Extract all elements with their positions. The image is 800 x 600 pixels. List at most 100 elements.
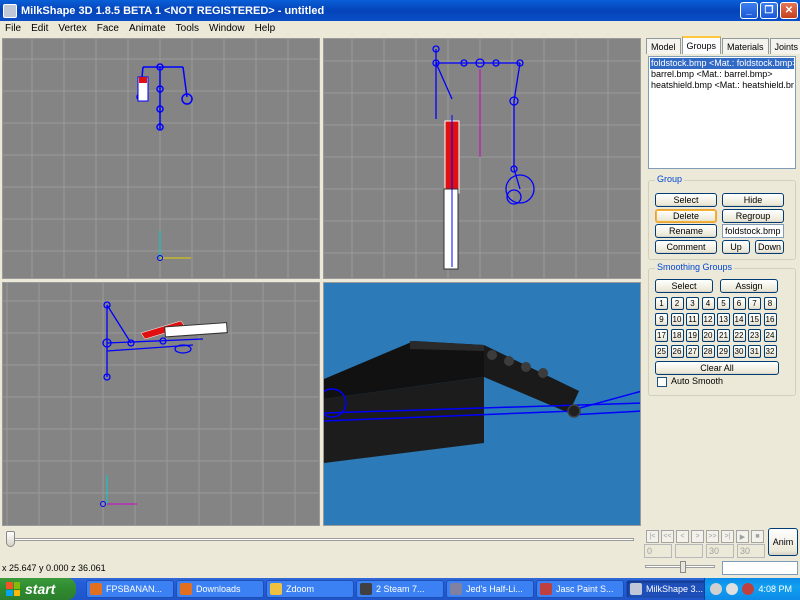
smoothing-group-25-button[interactable]: 25: [655, 345, 668, 358]
smoothing-group-23-button[interactable]: 23: [748, 329, 761, 342]
smoothing-group-17-button[interactable]: 17: [655, 329, 668, 342]
taskbar-item[interactable]: Downloads: [176, 580, 264, 598]
menu-window[interactable]: Window: [204, 23, 250, 34]
group-list-item[interactable]: heatshield.bmp <Mat.: heatshield.bmp>: [650, 80, 794, 91]
stop-button[interactable]: ■: [751, 530, 764, 543]
group-name-field[interactable]: foldstock.bmp: [722, 224, 784, 238]
auto-smooth-checkbox[interactable]: [657, 377, 667, 387]
smoothing-group-10-button[interactable]: 10: [670, 313, 684, 326]
tray-app-icon[interactable]: [742, 583, 755, 595]
group-list-item[interactable]: foldstock.bmp <Mat.: foldstock.bmp>: [650, 58, 794, 69]
smoothing-group-7-button[interactable]: 7: [748, 297, 761, 310]
viewport-top[interactable]: [2, 38, 320, 279]
last-frame-button[interactable]: >|: [721, 530, 734, 543]
viewport-side-canvas[interactable]: [3, 283, 319, 525]
group-comment-button[interactable]: Comment: [655, 240, 717, 254]
start-button[interactable]: start: [0, 578, 76, 600]
viewport-3d-canvas[interactable]: [324, 283, 640, 525]
first-frame-button[interactable]: |<: [646, 530, 659, 543]
smoothing-group-27-button[interactable]: 27: [686, 345, 699, 358]
viewport-front-canvas[interactable]: [324, 39, 640, 278]
next-key-button[interactable]: >>: [706, 530, 719, 543]
timeline-slider-thumb[interactable]: [6, 531, 15, 547]
tab-joints[interactable]: Joints: [769, 38, 800, 54]
smoothing-group-29-button[interactable]: 29: [717, 345, 730, 358]
smoothing-group-2-button[interactable]: 2: [670, 297, 684, 310]
smoothing-group-12-button[interactable]: 12: [701, 313, 715, 326]
tab-groups[interactable]: Groups: [681, 36, 722, 54]
smoothing-group-30-button[interactable]: 30: [732, 345, 746, 358]
group-hide-button[interactable]: Hide: [722, 193, 784, 207]
taskbar-item[interactable]: 2 Steam 7...: [356, 580, 444, 598]
maximize-button[interactable]: ❐: [760, 2, 778, 19]
viewport-3d[interactable]: [323, 282, 641, 526]
next-frame-button[interactable]: >: [691, 530, 704, 543]
smoothing-select-button[interactable]: Select: [655, 279, 713, 293]
menu-edit[interactable]: Edit: [26, 23, 53, 34]
timeline-track[interactable]: [6, 538, 634, 541]
group-up-button[interactable]: Up: [722, 240, 750, 254]
viewport-front[interactable]: [323, 38, 641, 279]
smoothing-group-20-button[interactable]: 20: [701, 329, 715, 342]
group-down-button[interactable]: Down: [755, 240, 784, 254]
taskbar-item[interactable]: FPSBANAN...: [86, 580, 174, 598]
smoothing-group-8-button[interactable]: 8: [763, 297, 777, 310]
frame-end-field[interactable]: 30: [737, 544, 765, 558]
smoothing-group-18-button[interactable]: 18: [670, 329, 684, 342]
minimize-button[interactable]: _: [740, 2, 758, 19]
smoothing-group-15-button[interactable]: 15: [748, 313, 761, 326]
frame-start-field[interactable]: 30: [706, 544, 734, 558]
smoothing-group-28-button[interactable]: 28: [701, 345, 715, 358]
smoothing-group-6-button[interactable]: 6: [732, 297, 746, 310]
taskbar-item[interactable]: Jed's Half-Li...: [446, 580, 534, 598]
frame-field-blank[interactable]: [675, 544, 703, 558]
tab-materials[interactable]: Materials: [722, 38, 769, 54]
smoothing-group-4-button[interactable]: 4: [701, 297, 715, 310]
taskbar-item[interactable]: Zdoom: [266, 580, 354, 598]
current-frame-field[interactable]: 0: [644, 544, 672, 558]
close-button[interactable]: ✕: [780, 2, 798, 19]
tray-steam-icon[interactable]: [710, 583, 723, 595]
menu-tools[interactable]: Tools: [171, 23, 204, 34]
anim-toggle-button[interactable]: Anim: [768, 528, 798, 556]
group-delete-button[interactable]: Delete: [655, 209, 717, 223]
smoothing-group-14-button[interactable]: 14: [732, 313, 746, 326]
tab-model[interactable]: Model: [646, 38, 681, 54]
group-rename-button[interactable]: Rename: [655, 224, 717, 238]
smoothing-group-16-button[interactable]: 16: [763, 313, 777, 326]
zoom-slider-thumb[interactable]: [680, 561, 686, 573]
menu-face[interactable]: Face: [92, 23, 124, 34]
menu-file[interactable]: File: [0, 23, 26, 34]
smoothing-group-1-button[interactable]: 1: [655, 297, 668, 310]
smoothing-group-5-button[interactable]: 5: [717, 297, 730, 310]
smoothing-group-26-button[interactable]: 26: [670, 345, 684, 358]
viewport-top-canvas[interactable]: [3, 39, 319, 278]
viewport-side[interactable]: [2, 282, 320, 526]
group-list-item[interactable]: barrel.bmp <Mat.: barrel.bmp>: [650, 69, 794, 80]
prev-key-button[interactable]: <<: [661, 530, 674, 543]
taskbar-item[interactable]: Jasc Paint S...: [536, 580, 624, 598]
menu-help[interactable]: Help: [250, 23, 281, 34]
smoothing-group-11-button[interactable]: 11: [686, 313, 699, 326]
smoothing-group-13-button[interactable]: 13: [717, 313, 730, 326]
smoothing-group-9-button[interactable]: 9: [655, 313, 668, 326]
play-button[interactable]: ▶: [736, 530, 749, 543]
smoothing-group-19-button[interactable]: 19: [686, 329, 699, 342]
smoothing-group-32-button[interactable]: 32: [763, 345, 777, 358]
smoothing-group-22-button[interactable]: 22: [732, 329, 746, 342]
menu-vertex[interactable]: Vertex: [53, 23, 91, 34]
smoothing-group-31-button[interactable]: 31: [748, 345, 761, 358]
menu-animate[interactable]: Animate: [124, 23, 171, 34]
groups-list[interactable]: foldstock.bmp <Mat.: foldstock.bmp> barr…: [648, 56, 796, 169]
tray-volume-icon[interactable]: [726, 583, 739, 595]
status-input[interactable]: [722, 561, 798, 575]
clear-all-button[interactable]: Clear All: [655, 361, 779, 375]
smoothing-assign-button[interactable]: Assign: [720, 279, 778, 293]
prev-frame-button[interactable]: <: [676, 530, 689, 543]
smoothing-group-21-button[interactable]: 21: [717, 329, 730, 342]
smoothing-group-3-button[interactable]: 3: [686, 297, 699, 310]
taskbar-item[interactable]: MilkShape 3...: [626, 580, 714, 598]
smoothing-group-24-button[interactable]: 24: [763, 329, 777, 342]
group-regroup-button[interactable]: Regroup: [722, 209, 784, 223]
group-select-button[interactable]: Select: [655, 193, 717, 207]
